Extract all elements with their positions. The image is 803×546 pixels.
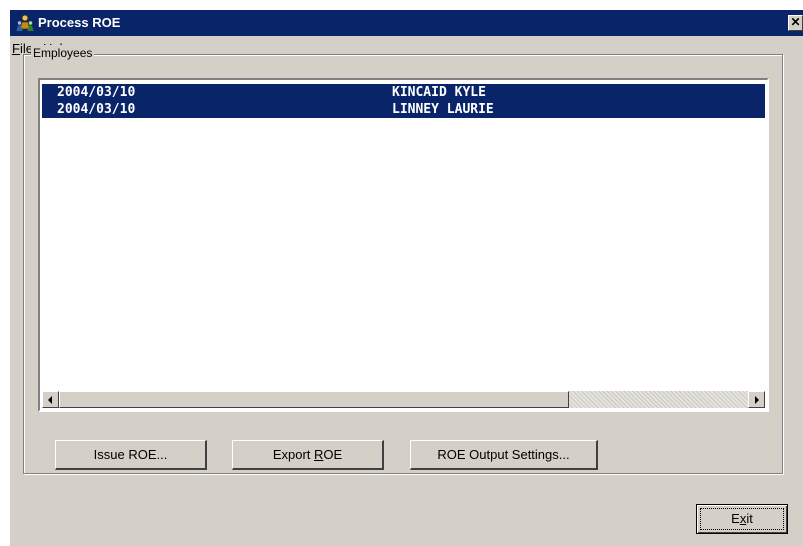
employee-date: 2004/03/10 bbox=[57, 102, 136, 117]
scroll-right-button[interactable] bbox=[748, 391, 765, 408]
employee-name: LINNEY LAURIE bbox=[392, 102, 494, 117]
scrollbar-thumb[interactable] bbox=[59, 391, 569, 408]
app-people-icon bbox=[15, 13, 35, 33]
scroll-right-arrow-icon bbox=[755, 396, 759, 404]
scroll-left-button[interactable] bbox=[42, 391, 59, 408]
employee-name: KINCAID KYLE bbox=[392, 85, 486, 100]
list-item[interactable]: 2004/03/10 KINCAID KYLE bbox=[42, 84, 765, 101]
menu-file-mnemonic: F bbox=[12, 41, 20, 56]
employee-date: 2004/03/10 bbox=[57, 85, 136, 100]
close-icon[interactable]: ✕ bbox=[788, 15, 803, 31]
list-item[interactable]: 2004/03/10 LINNEY LAURIE bbox=[42, 101, 765, 118]
issue-roe-button[interactable]: Issue ROE... bbox=[55, 440, 207, 470]
export-roe-label: Export ROE bbox=[272, 447, 343, 462]
scroll-left-arrow-icon bbox=[48, 396, 52, 404]
title-bar[interactable]: Process ROE ✕ bbox=[10, 10, 803, 36]
export-roe-button[interactable]: Export ROE bbox=[232, 440, 384, 470]
roe-output-settings-label: ROE Output Settings... bbox=[437, 447, 570, 462]
focus-rect bbox=[700, 508, 784, 530]
process-roe-window: Process ROE ✕ File Help Employees 2004/0… bbox=[10, 10, 803, 546]
horizontal-scrollbar[interactable] bbox=[42, 391, 765, 408]
employees-group-label: Employees bbox=[31, 45, 95, 61]
roe-output-settings-button[interactable]: ROE Output Settings... bbox=[410, 440, 598, 470]
exit-button[interactable]: Exit bbox=[696, 504, 788, 534]
window-title: Process ROE bbox=[38, 15, 121, 30]
employees-listbox[interactable]: 2004/03/10 KINCAID KYLE 2004/03/10 LINNE… bbox=[38, 78, 769, 412]
issue-roe-label: Issue ROE... bbox=[93, 447, 168, 462]
